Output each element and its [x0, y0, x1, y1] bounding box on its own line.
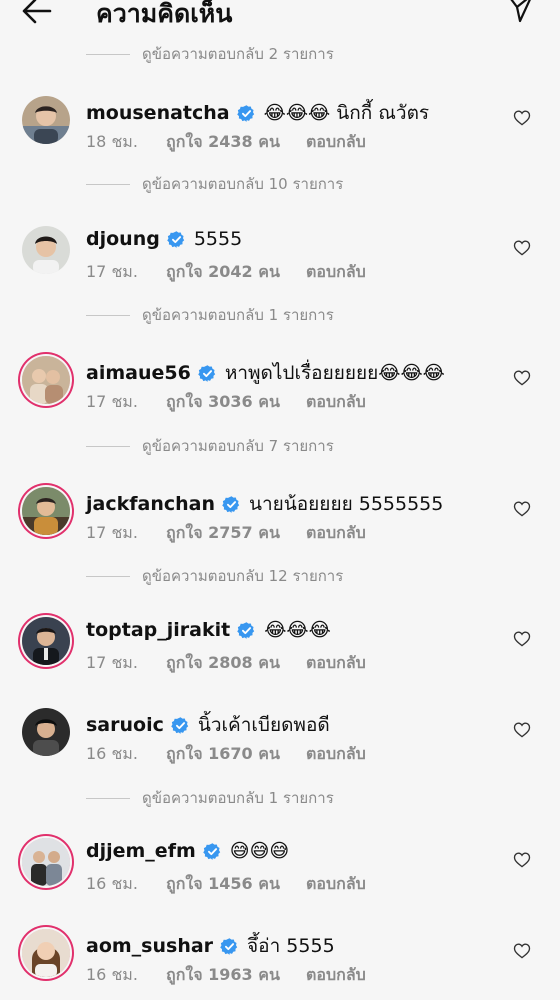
- verified-badge-icon: [167, 230, 186, 249]
- reply-button[interactable]: ตอบกลับ: [306, 260, 366, 285]
- comment: mousenatcha 😂😂😂 นิกกี้ ณวัตร 18 ชม. ถูกใ…: [0, 96, 560, 166]
- comment-username[interactable]: aimaue56: [86, 362, 191, 384]
- heart-icon[interactable]: [513, 630, 531, 647]
- avatar[interactable]: [22, 838, 70, 886]
- view-replies-label: ดูข้อความตอบกลับ 7 รายการ: [142, 437, 334, 455]
- heart-icon[interactable]: [513, 721, 531, 738]
- verified-badge-icon: [171, 716, 190, 735]
- comment-username[interactable]: mousenatcha: [86, 102, 230, 124]
- comment: jackfanchan นายน้อยยยย 5555555 17 ชม. ถู…: [0, 487, 560, 557]
- comment-text: 😅😅😅: [229, 840, 290, 862]
- verified-badge-icon: [237, 104, 256, 123]
- comment-likes[interactable]: ถูกใจ 1456 คน: [166, 872, 306, 897]
- avatar[interactable]: [22, 617, 70, 665]
- comment: toptap_jirakit 😂😂😂 17 ชม. ถูกใจ 2808 คน …: [0, 617, 560, 687]
- comment-username[interactable]: jackfanchan: [86, 493, 215, 515]
- view-replies-link[interactable]: ดูข้อความตอบกลับ 1 รายการ: [86, 788, 334, 808]
- comment-username[interactable]: saruoic: [86, 714, 164, 736]
- heart-icon[interactable]: [513, 500, 531, 517]
- view-replies-label: ดูข้อความตอบกลับ 10 รายการ: [142, 175, 344, 193]
- view-replies-label: ดูข้อความตอบกลับ 1 รายการ: [142, 789, 334, 807]
- comment-username[interactable]: aom_sushar: [86, 935, 213, 957]
- heart-icon[interactable]: [513, 239, 531, 256]
- comment-text: จึ้อ่า 5555: [247, 935, 335, 957]
- comment-time: 17 ชม.: [86, 392, 138, 411]
- verified-badge-icon: [222, 495, 241, 514]
- heart-icon[interactable]: [513, 369, 531, 386]
- avatar[interactable]: [22, 356, 70, 404]
- view-replies-link[interactable]: ดูข้อความตอบกลับ 7 รายการ: [86, 436, 334, 456]
- back-arrow-icon[interactable]: [20, 0, 54, 28]
- replies-divider: [86, 53, 130, 55]
- page-title: ความคิดเห็น: [96, 0, 233, 28]
- comment-time: 16 ชม.: [86, 874, 138, 893]
- heart-icon[interactable]: [513, 851, 531, 868]
- comment-text: 5555: [193, 228, 243, 250]
- avatar[interactable]: [22, 487, 70, 535]
- view-replies-link[interactable]: ดูข้อความตอบกลับ 1 รายการ: [86, 305, 334, 325]
- comment-likes[interactable]: ถูกใจ 2042 คน: [166, 260, 306, 285]
- reply-button[interactable]: ตอบกลับ: [306, 521, 366, 546]
- view-replies-link[interactable]: ดูข้อความตอบกลับ 2 รายการ: [86, 44, 334, 64]
- comment-likes[interactable]: ถูกใจ 2438 คน: [166, 130, 306, 155]
- comment: aom_sushar จึ้อ่า 5555 16 ชม. ถูกใจ 1963…: [0, 929, 560, 999]
- avatar[interactable]: [22, 96, 70, 144]
- comment-likes[interactable]: ถูกใจ 1963 คน: [166, 963, 306, 988]
- comment-time: 18 ชม.: [86, 132, 138, 151]
- comment-text: 😂😂😂 นิกกี้ ณวัตร: [263, 102, 430, 124]
- replies-divider: [86, 797, 130, 799]
- comment-time: 17 ชม.: [86, 523, 138, 542]
- replies-divider: [86, 575, 130, 577]
- send-icon[interactable]: [505, 0, 535, 24]
- comment: djoung 5555 17 ชม. ถูกใจ 2042 คน ตอบกลับ: [0, 226, 560, 296]
- view-replies-link[interactable]: ดูข้อความตอบกลับ 12 รายการ: [86, 566, 343, 586]
- comment-likes[interactable]: ถูกใจ 2757 คน: [166, 521, 306, 546]
- comment-time: 16 ชม.: [86, 965, 138, 984]
- replies-divider: [86, 314, 130, 316]
- comment: saruoic นิ้วเค้าเบียดพอดี 16 ชม. ถูกใจ 1…: [0, 708, 560, 778]
- view-replies-link[interactable]: ดูข้อความตอบกลับ 10 รายการ: [86, 174, 343, 194]
- comment-username[interactable]: toptap_jirakit: [86, 619, 230, 641]
- comment-username[interactable]: djoung: [86, 228, 160, 250]
- replies-divider: [86, 183, 130, 185]
- comment-likes[interactable]: ถูกใจ 1670 คน: [166, 742, 306, 767]
- heart-icon[interactable]: [513, 109, 531, 126]
- comment-username[interactable]: djjem_efm: [86, 840, 196, 862]
- comment-text: นิ้วเค้าเบียดพอดี: [197, 714, 330, 736]
- heart-icon[interactable]: [513, 942, 531, 959]
- reply-button[interactable]: ตอบกลับ: [306, 963, 366, 988]
- comment-time: 17 ชม.: [86, 653, 138, 672]
- comment-likes[interactable]: ถูกใจ 2808 คน: [166, 651, 306, 676]
- verified-badge-icon: [198, 364, 217, 383]
- view-replies-label: ดูข้อความตอบกลับ 1 รายการ: [142, 306, 334, 324]
- verified-badge-icon: [203, 842, 222, 861]
- comment: aimaue56 หาพูดไปเรื่อยยยยย😂😂😂 17 ชม. ถูก…: [0, 356, 560, 426]
- comment: djjem_efm 😅😅😅 16 ชม. ถูกใจ 1456 คน ตอบกล…: [0, 838, 560, 908]
- avatar[interactable]: [22, 929, 70, 977]
- verified-badge-icon: [237, 621, 256, 640]
- comment-text: หาพูดไปเรื่อยยยยย😂😂😂: [224, 362, 445, 384]
- replies-divider: [86, 445, 130, 447]
- comment-time: 16 ชม.: [86, 744, 138, 763]
- avatar[interactable]: [22, 226, 70, 274]
- reply-button[interactable]: ตอบกลับ: [306, 872, 366, 897]
- comment-text: นายน้อยยยย 5555555: [248, 493, 444, 515]
- comment-text: 😂😂😂: [264, 619, 331, 641]
- comment-time: 17 ชม.: [86, 262, 138, 281]
- view-replies-label: ดูข้อความตอบกลับ 12 รายการ: [142, 567, 344, 585]
- view-replies-label: ดูข้อความตอบกลับ 2 รายการ: [142, 45, 334, 63]
- comment-likes[interactable]: ถูกใจ 3036 คน: [166, 390, 306, 415]
- reply-button[interactable]: ตอบกลับ: [306, 651, 366, 676]
- avatar[interactable]: [22, 708, 70, 756]
- reply-button[interactable]: ตอบกลับ: [306, 390, 366, 415]
- reply-button[interactable]: ตอบกลับ: [306, 742, 366, 767]
- header: ความคิดเห็น: [0, 0, 560, 36]
- reply-button[interactable]: ตอบกลับ: [306, 130, 366, 155]
- verified-badge-icon: [220, 937, 239, 956]
